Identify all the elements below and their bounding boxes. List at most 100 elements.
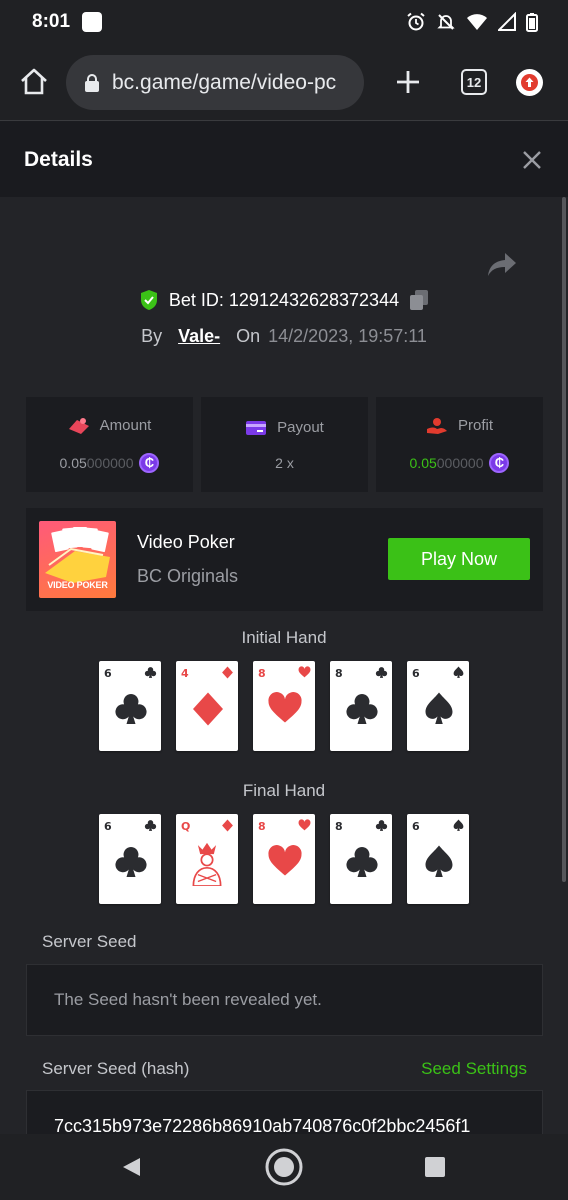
user-link[interactable]: Vale- <box>178 326 220 347</box>
home-nav-icon[interactable] <box>264 1147 304 1187</box>
mute-icon <box>437 14 455 30</box>
thumbnail-label: VIDEO POKER <box>47 580 108 590</box>
battery-icon <box>526 13 538 32</box>
amount-label: Amount <box>99 417 152 434</box>
heart-icon <box>298 819 311 831</box>
card-rank: 8 <box>258 820 266 833</box>
close-icon[interactable] <box>520 148 544 172</box>
notification-icon <box>82 12 103 32</box>
url-text: bc.game/game/video-pc <box>112 70 337 94</box>
coin-icon: ₵ <box>489 452 510 473</box>
club-large-icon <box>115 694 147 724</box>
server-seed-hash-value: 7cc315b973e72286b86910ab740876c0f2bbc245… <box>54 1115 471 1135</box>
status-icons <box>406 12 538 32</box>
game-card: VIDEO POKER Video Poker BC Originals Pla… <box>26 508 543 611</box>
status-time: 8:01 <box>32 11 71 32</box>
card-rank: 4 <box>181 667 189 680</box>
card-rank: 6 <box>104 820 112 833</box>
card-rank: 8 <box>258 667 266 680</box>
initial-hand-card: 8 <box>253 661 315 751</box>
signal-icon <box>498 12 516 31</box>
wifi-icon <box>467 14 487 30</box>
profit-value: 0.05 <box>409 454 437 471</box>
final-hand-card: 8 <box>330 814 392 904</box>
server-seed-box: The Seed hasn't been revealed yet. <box>26 964 543 1036</box>
bet-stats: Amount 0.05000000 ₵ Payout 2 x Profit 0.… <box>26 397 543 492</box>
final-hand-card: 6 <box>99 814 161 904</box>
club-large-icon <box>115 847 147 877</box>
card-rank: 6 <box>412 667 420 680</box>
dialog-title: Details <box>24 147 93 171</box>
initial-hand-card: 6 <box>407 661 469 751</box>
bet-meta-row: By Vale- On 14/2/2023, 19:57:11 <box>0 326 568 347</box>
status-bar: 8:01 <box>0 0 568 44</box>
queen-face-icon <box>192 842 222 886</box>
copy-icon[interactable] <box>409 289 429 311</box>
final-hand: 6 Q 8 8 6 <box>99 814 471 904</box>
update-icon[interactable] <box>516 69 543 96</box>
diamond-large-icon <box>193 692 223 726</box>
spade-icon <box>453 666 464 678</box>
recents-icon[interactable] <box>425 1157 445 1177</box>
amount-stat: Amount 0.05000000 ₵ <box>26 397 193 492</box>
bet-date: 14/2/2023, 19:57:11 <box>268 326 427 346</box>
home-icon[interactable] <box>18 66 50 98</box>
final-hand-card: 6 <box>407 814 469 904</box>
address-bar[interactable]: bc.game/game/video-pc <box>66 55 364 110</box>
play-now-button[interactable]: Play Now <box>388 538 530 580</box>
by-label: By <box>141 326 163 346</box>
details-content: Bet ID: 12912432628372344 By Vale- On 14… <box>0 197 568 1134</box>
club-icon <box>375 667 388 678</box>
amount-value-decimals: 000000 <box>86 454 134 471</box>
lock-icon <box>85 73 99 92</box>
club-large-icon <box>346 694 378 724</box>
profit-label: Profit <box>457 417 493 434</box>
payout-label: Payout <box>277 419 324 436</box>
initial-hand-card: 8 <box>330 661 392 751</box>
server-seed-value: The Seed hasn't been revealed yet. <box>54 990 322 1009</box>
final-hand-card: Q <box>176 814 238 904</box>
profit-value-decimals: 000000 <box>436 454 484 471</box>
video-poker-thumbnail[interactable]: VIDEO POKER <box>39 521 116 598</box>
share-icon[interactable] <box>486 250 518 280</box>
amount-value: 0.05 <box>59 454 87 471</box>
verified-shield-icon <box>140 290 157 310</box>
server-seed-label: Server Seed <box>42 932 137 951</box>
bet-id: Bet ID: 12912432628372344 <box>168 289 400 310</box>
profit-icon <box>426 417 447 434</box>
bet-id-row: Bet ID: 12912432628372344 <box>0 289 568 311</box>
final-hand-card: 8 <box>253 814 315 904</box>
card-rank: 6 <box>104 667 112 680</box>
new-tab-icon[interactable] <box>392 66 424 98</box>
diamond-icon <box>222 666 233 679</box>
card-rank: 6 <box>412 820 420 833</box>
initial-hand: 6 4 8 8 6 <box>99 661 471 751</box>
heart-large-icon <box>268 692 302 723</box>
card-rank: Q <box>181 820 191 833</box>
club-icon <box>144 667 157 678</box>
final-hand-label: Final Hand <box>242 781 326 800</box>
alarm-icon <box>407 12 425 31</box>
club-icon <box>375 820 388 831</box>
back-icon[interactable] <box>120 1156 142 1178</box>
spade-icon <box>453 819 464 831</box>
initial-hand-card: 4 <box>176 661 238 751</box>
card-rank: 8 <box>335 820 343 833</box>
coin-icon: ₵ <box>139 452 160 473</box>
spade-large-icon <box>425 692 453 724</box>
tab-switcher-button[interactable]: 12 <box>461 69 487 95</box>
server-seed-hash-box[interactable]: 7cc315b973e72286b86910ab740876c0f2bbc245… <box>26 1090 543 1134</box>
initial-hand-label: Initial Hand <box>241 628 327 647</box>
game-name: Video Poker <box>137 532 235 552</box>
initial-hand-card: 6 <box>99 661 161 751</box>
seed-settings-link[interactable]: Seed Settings <box>421 1059 527 1079</box>
game-provider: BC Originals <box>137 566 239 586</box>
heart-large-icon <box>268 845 302 876</box>
club-icon <box>144 820 157 831</box>
browser-toolbar: bc.game/game/video-pc 12 <box>0 44 568 121</box>
profit-stat: Profit 0.05000000 ₵ <box>376 397 543 492</box>
system-navigation-bar <box>0 1134 568 1200</box>
dialog-header: Details <box>0 122 568 197</box>
spade-large-icon <box>425 845 453 877</box>
card-rank: 8 <box>335 667 343 680</box>
